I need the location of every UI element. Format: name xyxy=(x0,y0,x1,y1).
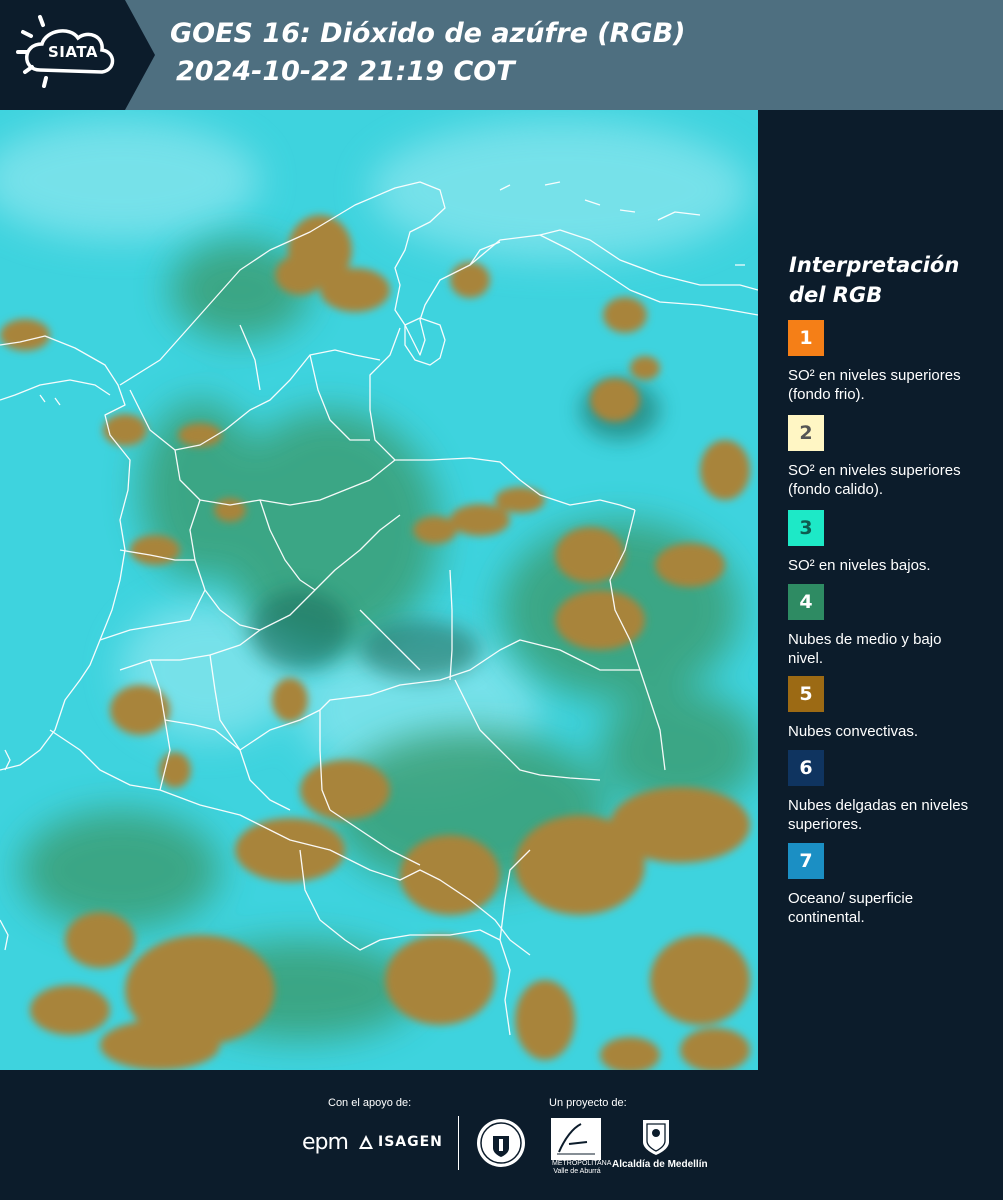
legend-swatch-2: 2 xyxy=(788,415,824,451)
alcaldia-shield-icon xyxy=(641,1118,671,1156)
support-label: Con el apoyo de: xyxy=(328,1097,412,1109)
legend-swatch-4: 4 xyxy=(788,584,824,620)
legend-swatch-6: 6 xyxy=(788,750,824,786)
legend-number-3: 3 xyxy=(799,517,813,539)
legend-number-1: 1 xyxy=(799,327,813,349)
legend-number-5: 5 xyxy=(799,683,813,705)
satellite-map[interactable] xyxy=(0,110,758,1070)
area-metropolitana-logo xyxy=(551,1118,601,1160)
page-title: GOES 16: Dióxido de azúfre (RGB) xyxy=(170,18,686,49)
isagen-logo: ISAGEN xyxy=(378,1134,443,1150)
legend-label-3: SO² en niveles bajos. xyxy=(788,557,931,574)
legend-number-2: 2 xyxy=(799,422,813,444)
legend-number-6: 6 xyxy=(799,757,813,779)
legend-number-4: 4 xyxy=(799,591,813,613)
legend-number-7: 7 xyxy=(799,850,813,872)
legend-swatch-7: 7 xyxy=(788,843,824,879)
legend-title: Interpretación del RGB xyxy=(789,250,989,310)
legend-swatch-3: 3 xyxy=(788,510,824,546)
alcaldia-text: Alcaldía de Medellín xyxy=(612,1159,708,1170)
header-bar: SIATA GOES 16: Dióxido de azúfre (RGB) 2… xyxy=(0,0,1003,110)
legend-title-line2: del RGB xyxy=(789,283,883,307)
legend-item-6: 6 Nubes delgadas en niveles superiores. xyxy=(788,750,978,834)
legend-item-4: 4 Nubes de medio y bajo nivel. xyxy=(788,584,978,668)
epm-logo: epm xyxy=(302,1130,349,1155)
legend-item-1: 1 SO² en niveles superiores (fondo frio)… xyxy=(788,320,978,404)
legend-label-5: Nubes convectivas. xyxy=(788,723,919,740)
legend-panel: Interpretación del RGB 1 SO² en niveles … xyxy=(758,110,1003,1070)
legend-item-3: 3 SO² en niveles bajos. xyxy=(788,510,978,575)
legend-swatch-5: 5 xyxy=(788,676,824,712)
isagen-icon xyxy=(358,1134,374,1150)
legend-label-1: SO² en niveles superiores (fondo frio). xyxy=(788,367,961,403)
siata-logo-text: SIATA xyxy=(48,43,99,61)
page-timestamp: 2024-10-22 21:19 COT xyxy=(176,56,515,87)
project-label: Un proyecto de: xyxy=(549,1097,627,1109)
legend-item-5: 5 Nubes convectivas. xyxy=(788,676,978,741)
legend-item-7: 7 Oceano/ superficie continental. xyxy=(788,843,978,927)
legend-swatch-1: 1 xyxy=(788,320,824,356)
footer-divider xyxy=(458,1116,459,1170)
legend-label-7: Oceano/ superficie continental. xyxy=(788,890,914,926)
legend-title-line1: Interpretación xyxy=(789,253,960,277)
legend-item-2: 2 SO² en niveles superiores (fondo calid… xyxy=(788,415,978,499)
footer: Con el apoyo de: Un proyecto de: epm ISA… xyxy=(0,1070,1003,1200)
area-metropolitana-text: METROPOLITANA Valle de Aburrá xyxy=(552,1160,612,1175)
siata-logo: SIATA xyxy=(0,0,160,110)
medellin-seal-icon xyxy=(476,1118,526,1168)
legend-label-6: Nubes delgadas en niveles superiores. xyxy=(788,797,969,833)
legend-label-2: SO² en niveles superiores (fondo calido)… xyxy=(788,462,961,498)
legend-label-4: Nubes de medio y bajo nivel. xyxy=(788,631,942,667)
